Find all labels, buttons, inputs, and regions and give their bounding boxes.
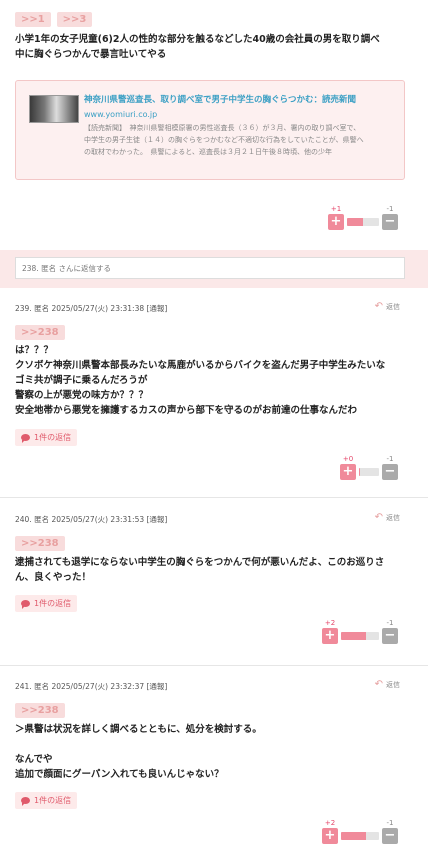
text-line: 小学1年の女子児童(6)2人の性的な部分を触るなどした40歳の会社員の男を取り調… (15, 34, 380, 45)
comment-meta: 240. 匿名 2025/05/27(火) 23:31:53 [通報] (15, 515, 168, 524)
anchor-link[interactable]: >>238 (15, 536, 65, 551)
minus-count: -1 (386, 819, 394, 827)
vote-ratio-fill (341, 632, 367, 640)
reply-label: 返信 (386, 680, 400, 689)
minus-count: -1 (386, 619, 394, 627)
comment: 241. 匿名 2025/05/27(火) 23:32:37 [通報] ↶ 返信 … (0, 666, 428, 857)
reply-count-badge[interactable]: 1件の返信 (15, 792, 78, 809)
minus-button[interactable]: − (382, 628, 398, 644)
vote-widget: +2 + -1− (322, 818, 398, 844)
comment: 239. 匿名 2025/05/27(火) 23:31:38 [通報] ↶ 返信 … (0, 288, 428, 498)
plus-count: +2 (324, 819, 336, 827)
anchor-link[interactable]: >>238 (15, 703, 65, 718)
reply-count: 1件の返信 (34, 599, 72, 608)
text-line: ん、良くやった！ (15, 572, 92, 583)
text-line: 中に胸ぐらつかんで暴言吐いてやる (15, 49, 167, 60)
vote-ratio-fill (341, 832, 367, 840)
reply-arrow-icon: ↶ (374, 679, 383, 690)
minus-button[interactable]: − (382, 214, 398, 230)
comment-meta: 239. 匿名 2025/05/27(火) 23:31:38 [通報] (15, 304, 168, 313)
comment-meta: 241. 匿名 2025/05/27(火) 23:32:37 [通報] (15, 682, 168, 691)
plus-button[interactable]: + (322, 828, 338, 844)
vote-ratio-fill (347, 218, 363, 226)
comment: 240. 匿名 2025/05/27(火) 23:31:53 [通報] ↶ 返信 … (0, 498, 428, 666)
speech-bubble-icon (21, 434, 30, 443)
excerpt-line: 【読売新聞】 神奈川県警相模原署の男性巡査長（３６）が３月、署内の取り調べ室で、 (84, 124, 361, 132)
vote-ratio-bar (347, 218, 379, 226)
top-post-anchors: >>1 >>3 (15, 12, 413, 27)
excerpt-line: 中学生の男子生徒（１４）の胸ぐらをつかむなど不適切な行為をしていたことが、県警へ (84, 136, 364, 144)
text-line: 逮捕されても退学にならない中学生の胸ぐらをつかんで何が悪いんだよ、このお巡りさ (15, 557, 385, 568)
link-excerpt: 【読売新聞】 神奈川県警相模原署の男性巡査長（３６）が３月、署内の取り調べ室で、… (84, 122, 392, 158)
link-card[interactable]: 神奈川県警巡査長、取り調べ室で男子中学生の胸ぐらつかむ：読売新聞 www.yom… (15, 80, 405, 180)
plus-count: +1 (330, 205, 342, 213)
anchor-link[interactable]: >>238 (15, 325, 65, 340)
text-line: ゴミ共が調子に乗るんだろうが (15, 375, 148, 386)
text-line: は？？？ (15, 345, 54, 356)
link-title[interactable]: 神奈川県警巡査長、取り調べ室で男子中学生の胸ぐらつかむ：読売新聞 (84, 94, 392, 107)
excerpt-line: の取材でわかった。 県警によると、巡査長は３月２１日午後８時頃、他の少年 (84, 148, 333, 156)
anchor-link[interactable]: >>1 (15, 12, 51, 27)
reply-link[interactable]: ↶ 返信 (375, 512, 400, 523)
reply-input[interactable] (15, 257, 405, 279)
minus-button[interactable]: − (382, 828, 398, 844)
vote-widget: +1 + -1− (328, 204, 398, 230)
top-post-text: 小学1年の女子児童(6)2人の性的な部分を触るなどした40歳の会社員の男を取り調… (15, 32, 413, 62)
top-post: >>1 >>3 小学1年の女子児童(6)2人の性的な部分を触るなどした40歳の会… (0, 0, 428, 250)
reply-link[interactable]: ↶ 返信 (375, 679, 400, 690)
minus-button[interactable]: − (382, 464, 398, 480)
text-line: 安全地帯から悪党を擁護するカスの声から部下を守るのがお前達の仕事なんだわ (15, 405, 358, 416)
text-line: 警察の上が悪党の味方か？？？ (15, 390, 149, 401)
text-line: なんでや (15, 754, 53, 765)
comment-text: ＞県警は状況を詳しく調べるとともに、処分を検討する。 なんでや 追加で顔面にグー… (15, 722, 262, 782)
reply-count: 1件の返信 (34, 796, 72, 805)
minus-count: -1 (386, 455, 394, 463)
plus-count: +0 (342, 455, 354, 463)
text-line (15, 737, 262, 752)
vote-widget: +2 + -1− (322, 618, 398, 644)
anchor-link[interactable]: >>3 (56, 12, 93, 27)
vote-ratio-bar (341, 632, 379, 640)
reply-count: 1件の返信 (34, 433, 72, 442)
speech-bubble-icon (21, 600, 30, 609)
comment-text: 逮捕されても退学にならない中学生の胸ぐらをつかんで何が悪いんだよ、このお巡りさ … (15, 555, 384, 585)
link-domain: www.yomiuri.co.jp (84, 110, 158, 119)
reply-arrow-icon: ↶ (374, 512, 383, 523)
text-line: 追加で顔面にグーパン入れても良いんじゃない？ (15, 769, 224, 780)
reply-arrow-icon: ↶ (374, 301, 383, 312)
reply-count-badge[interactable]: 1件の返信 (15, 429, 78, 446)
minus-count: -1 (386, 205, 394, 213)
reply-link[interactable]: ↶ 返信 (375, 301, 400, 312)
vote-ratio-bar (341, 832, 379, 840)
reply-bar (0, 250, 428, 288)
plus-button[interactable]: + (322, 628, 338, 644)
speech-bubble-icon (21, 797, 30, 806)
text-line: クソボケ神奈川県警本部長みたいな馬鹿がいるからバイクを盗んだ男子中学生みたいな (15, 360, 386, 371)
link-thumbnail (29, 95, 79, 123)
plus-button[interactable]: + (328, 214, 344, 230)
reply-label: 返信 (386, 302, 400, 311)
comment-text: は？？？ クソボケ神奈川県警本部長みたいな馬鹿がいるからバイクを盗んだ男子中学生… (15, 343, 385, 418)
plus-button[interactable]: + (340, 464, 356, 480)
vote-widget: +0 + -1− (340, 454, 398, 480)
text-line: ＞県警は状況を詳しく調べるとともに、処分を検討する。 (15, 724, 262, 735)
reply-label: 返信 (386, 513, 400, 522)
reply-count-badge[interactable]: 1件の返信 (15, 595, 78, 612)
plus-count: +2 (324, 619, 336, 627)
vote-ratio-fill (359, 468, 361, 476)
vote-ratio-bar (359, 468, 379, 476)
